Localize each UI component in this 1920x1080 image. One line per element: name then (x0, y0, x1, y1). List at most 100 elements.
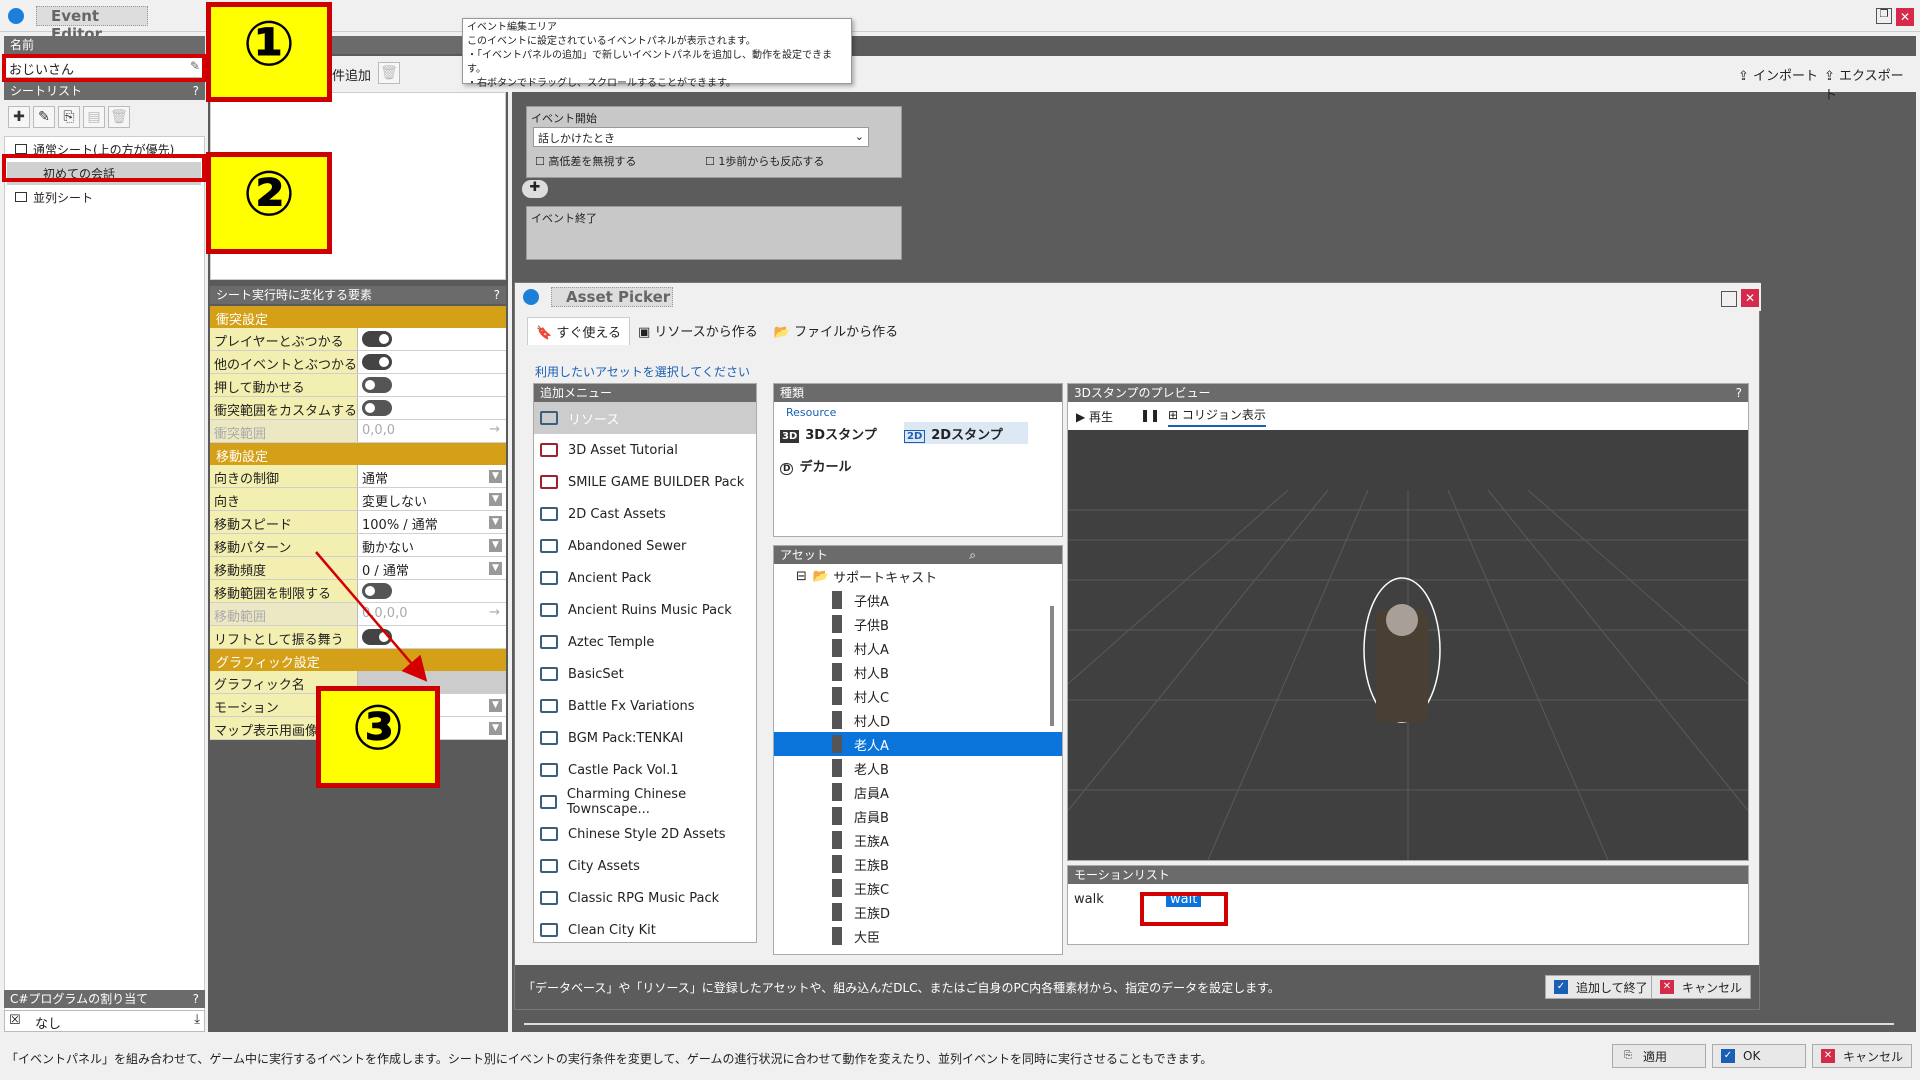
add-menu-item[interactable]: Castle Pack Vol.1 (534, 754, 756, 786)
tree-item[interactable]: 村人B (774, 660, 1062, 684)
3d-viewport[interactable] (1068, 430, 1748, 860)
callout-2: ② (206, 152, 332, 254)
add-menu-item[interactable]: SMILE GAME BUILDER Pack (534, 466, 756, 498)
add-menu-item[interactable]: City Assets (534, 850, 756, 882)
section-movement: 移動設定 (210, 443, 506, 465)
tree-item[interactable]: 老人B (774, 756, 1062, 780)
toggle-player-hit[interactable] (362, 331, 392, 347)
add-menu-item[interactable]: Chinese Style 2D Assets (534, 818, 756, 850)
motion-walk[interactable]: walk (1074, 892, 1104, 907)
tree-item[interactable]: 村人C (774, 684, 1062, 708)
folder-icon (540, 443, 558, 457)
one-step-checkbox[interactable]: ☐ 1歩前からも反応する (705, 153, 824, 169)
add-menu-item[interactable]: Clean City Kit (534, 914, 756, 942)
close-icon[interactable]: ✕ (1741, 289, 1759, 307)
add-menu-item[interactable]: BGM Pack:TENKAI (534, 722, 756, 754)
add-menu-item[interactable]: Ancient Ruins Music Pack (534, 594, 756, 626)
restore-icon[interactable]: ❐ (1876, 8, 1892, 24)
select-dir[interactable]: 変更しない ▼ (358, 488, 506, 510)
add-icon[interactable]: ✚ (8, 106, 30, 128)
folder-icon (540, 923, 558, 937)
tree-item[interactable]: 子供A (774, 588, 1062, 612)
add-menu-item[interactable]: リソース (534, 402, 756, 434)
close-icon[interactable]: ✕ (1896, 8, 1914, 26)
pause-button[interactable]: ❚❚ (1140, 408, 1160, 422)
toggle-custom-range[interactable] (362, 400, 392, 416)
tab-quick[interactable]: 🔖 すぐ使える (527, 317, 630, 345)
tree-item[interactable]: 大臣 (774, 924, 1062, 948)
toggle-event-hit[interactable] (362, 354, 392, 370)
tab-from-file[interactable]: 📂 ファイルから作る (766, 317, 906, 345)
add-menu-item[interactable]: Charming Chinese Townscape... (534, 786, 756, 818)
csharp-header: C#プログラムの割り当て? (4, 990, 205, 1008)
cancel-button[interactable]: ✕ キャンセル (1812, 1044, 1912, 1068)
add-menu-item[interactable]: Aztec Temple (534, 626, 756, 658)
tree-item[interactable]: 王族C (774, 876, 1062, 900)
tree-item[interactable]: 村人D (774, 708, 1062, 732)
add-menu-item[interactable]: Ancient Pack (534, 562, 756, 594)
prop-label: 他のイベントとぶつかる (210, 351, 358, 373)
tab-from-resource[interactable]: ▣ リソースから作る (630, 317, 766, 345)
kind-3d-stamp[interactable]: 3D 3Dスタンプ (780, 424, 877, 443)
folder-icon (540, 891, 558, 905)
folder-icon (540, 603, 558, 617)
picker-cancel-button[interactable]: ✕ キャンセル (1651, 975, 1752, 999)
tree-item[interactable]: 王族A (774, 828, 1062, 852)
trigger-select[interactable]: 話しかけたとき ⌄ (533, 127, 869, 147)
tree-item[interactable]: 老人A (774, 732, 1062, 756)
highlight-sheet-item (2, 154, 206, 182)
add-panel-icon[interactable]: ✚ (522, 180, 548, 198)
tree-item[interactable]: 店員A (774, 780, 1062, 804)
add-menu-item[interactable]: Abandoned Sewer (534, 530, 756, 562)
event-start-panel: イベント開始 話しかけたとき ⌄ ☐ 高低差を無視する ☐ 1歩前からも反応する (526, 106, 902, 178)
clear-icon[interactable]: ☒ (9, 1013, 21, 1028)
export-button[interactable]: ⇪ エクスポート (1824, 65, 1916, 103)
tree-item[interactable]: 王族B (774, 852, 1062, 876)
select-dir-ctrl[interactable]: 通常 ▼ (358, 465, 506, 487)
play-button[interactable]: ▶ 再生 (1076, 408, 1113, 425)
add-menu-item[interactable]: 3D Asset Tutorial (534, 434, 756, 466)
h-scrollbar[interactable] (524, 1023, 1894, 1025)
character-thumb-icon (832, 711, 842, 729)
tree-item[interactable]: 村人A (774, 636, 1062, 660)
prop-label: 衝突範囲をカスタムする (210, 397, 358, 419)
apply-button[interactable]: ⎘ 適用 (1612, 1044, 1706, 1068)
add-count-label[interactable]: 件追加 (332, 65, 371, 84)
add-finish-button[interactable]: ✓ 追加して終了 (1545, 975, 1657, 999)
add-menu-item[interactable]: Classic RPG Music Pack (534, 882, 756, 914)
prop-label: 向きの制御 (210, 465, 358, 487)
add-menu-item[interactable]: Battle Fx Variations (534, 690, 756, 722)
maximize-icon[interactable] (1721, 291, 1737, 307)
tree-scrollbar[interactable] (1050, 606, 1054, 726)
edit-icon[interactable]: ✎ (33, 106, 55, 128)
toggle-push[interactable] (362, 377, 392, 393)
import-button[interactable]: ⇪ インポート (1738, 65, 1818, 84)
kind-decal[interactable]: D デカール (780, 456, 852, 475)
arrow-icon[interactable]: → (489, 422, 500, 437)
prop-label: 押して動かせる (210, 374, 358, 396)
sheet-item-parallel[interactable]: 並列シート (5, 185, 204, 210)
folder-icon (540, 475, 558, 489)
tooltip: イベント編集エリア このイベントに設定されているイベントパネルが表示されます。 ・「… (462, 18, 852, 89)
dropdown-icon[interactable]: ⤓ (194, 1012, 200, 1027)
collision-toggle[interactable]: ⊞ コリジョン表示 (1168, 406, 1266, 427)
tree-item[interactable]: 王族D (774, 900, 1062, 924)
ok-button[interactable]: ✓ OK (1712, 1044, 1806, 1068)
csharp-field[interactable]: ☒ なし ⤓ (4, 1010, 205, 1032)
paste-icon[interactable]: ▤ (83, 106, 105, 128)
ignore-height-checkbox[interactable]: ☐ 高低差を無視する (535, 153, 636, 169)
kind-2d-stamp[interactable]: 2D 2Dスタンプ (904, 422, 1028, 444)
app-icon (8, 8, 24, 24)
trash-icon[interactable]: 🗑 (378, 62, 400, 84)
tree-root[interactable]: ⊟ 📂 サポートキャスト (774, 564, 1062, 588)
copy-icon[interactable]: ⎘ (58, 106, 80, 128)
add-menu-item[interactable]: 2D Cast Assets (534, 498, 756, 530)
arrow-icon[interactable]: → (489, 605, 500, 620)
trash-icon[interactable]: 🗑 (108, 106, 130, 128)
select-speed[interactable]: 100% / 通常 ▼ (358, 511, 506, 533)
add-menu-item[interactable]: BasicSet (534, 658, 756, 690)
tree-item[interactable]: 子供B (774, 612, 1062, 636)
character-thumb-icon (832, 759, 842, 777)
prop-value: 0,0,0 (362, 423, 396, 438)
tree-item[interactable]: 店員B (774, 804, 1062, 828)
